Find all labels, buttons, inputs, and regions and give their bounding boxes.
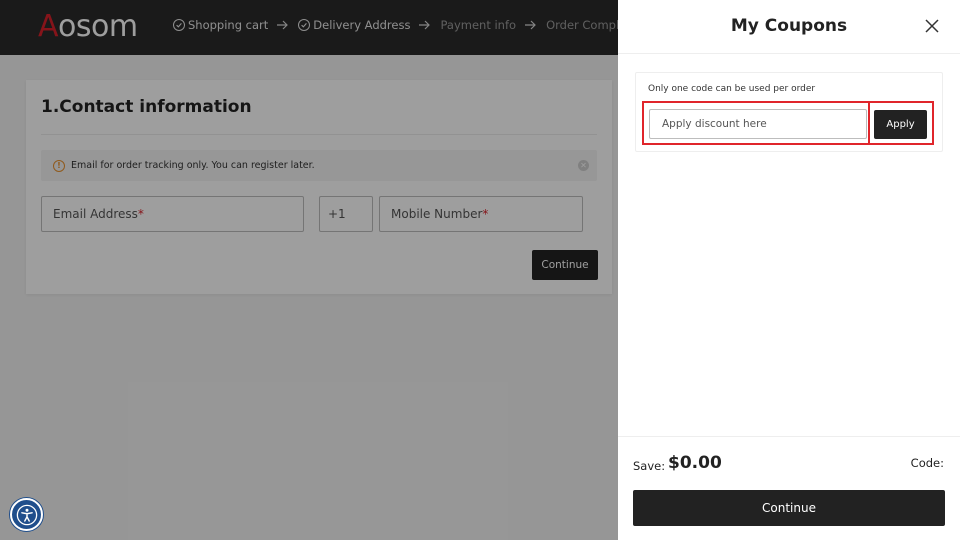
accessibility-icon [16, 504, 37, 525]
close-icon[interactable] [924, 18, 940, 34]
coupons-panel: My Coupons Only one code can be used per… [618, 0, 960, 540]
save-amount: $0.00 [668, 453, 722, 473]
panel-title: My Coupons [730, 16, 848, 36]
coupon-note: Only one code can be used per order [648, 84, 816, 94]
panel-footer: Save: $0.00 Code: Continue [618, 436, 960, 540]
coupons-continue-button[interactable]: Continue [633, 490, 945, 526]
save-label: Save: [633, 459, 666, 473]
discount-code-input[interactable] [649, 109, 867, 139]
code-label: Code: [910, 456, 944, 470]
coupon-box: Only one code can be used per order Appl… [635, 72, 943, 152]
apply-button[interactable]: Apply [874, 110, 927, 139]
modal-overlay[interactable] [0, 0, 618, 540]
panel-header: My Coupons [618, 0, 960, 54]
accessibility-button[interactable] [10, 498, 43, 531]
